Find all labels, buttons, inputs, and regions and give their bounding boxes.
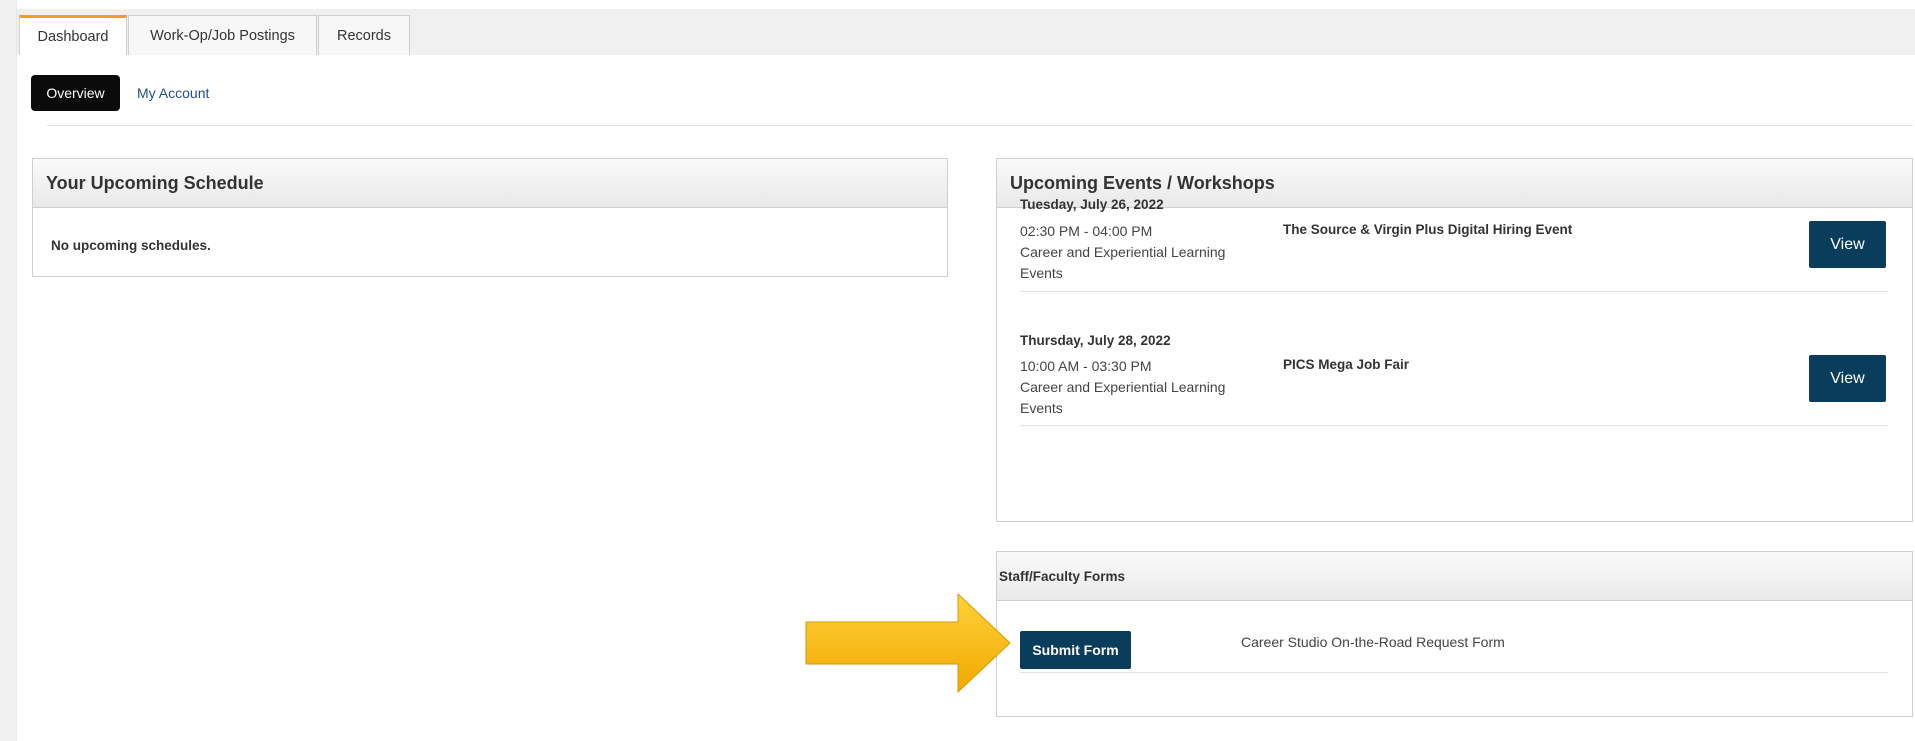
event-category-cont: Events — [1020, 265, 1063, 281]
my-account-link[interactable]: My Account — [137, 85, 209, 101]
top-strip — [17, 0, 1915, 9]
event-divider — [1020, 291, 1888, 292]
sub-navigation: Overview My Account — [17, 55, 1915, 127]
event-divider — [1020, 425, 1888, 426]
arrow-right-icon — [805, 592, 1011, 694]
main-tab-bar: Dashboard Work-Op/Job Postings Records — [17, 9, 1915, 56]
form-name: Career Studio On-the-Road Request Form — [1241, 634, 1505, 650]
tab-dashboard[interactable]: Dashboard — [19, 15, 127, 56]
staff-faculty-forms-title: Staff/Faculty Forms — [997, 552, 1912, 601]
staff-faculty-forms-panel: Staff/Faculty Forms Submit Form Career S… — [996, 551, 1913, 717]
view-event-button[interactable]: View — [1809, 221, 1886, 268]
event-date: Tuesday, July 26, 2022 — [1020, 197, 1164, 212]
schedule-empty-message: No upcoming schedules. — [51, 238, 211, 253]
event-title: PICS Mega Job Fair — [1283, 357, 1410, 372]
upcoming-events-panel: Upcoming Events / Workshops Tuesday, Jul… — [996, 158, 1913, 522]
view-event-button[interactable]: View — [1809, 355, 1886, 402]
upcoming-schedule-panel: Your Upcoming Schedule No upcoming sched… — [32, 158, 948, 277]
event-category: Career and Experiential Learning — [1020, 244, 1226, 260]
event-title: The Source & Virgin Plus Digital Hiring … — [1283, 222, 1573, 237]
event-time: 02:30 PM - 04:00 PM — [1020, 223, 1153, 239]
event-category-cont: Events — [1020, 400, 1063, 416]
form-divider — [1020, 672, 1888, 673]
event-time: 10:00 AM - 03:30 PM — [1020, 358, 1152, 374]
event-date: Thursday, July 28, 2022 — [1020, 333, 1171, 348]
left-rail — [0, 0, 17, 741]
submit-form-button[interactable]: Submit Form — [1020, 631, 1131, 669]
tab-records[interactable]: Records — [318, 15, 410, 55]
tab-work-op-job-postings[interactable]: Work-Op/Job Postings — [128, 15, 317, 55]
upcoming-schedule-title: Your Upcoming Schedule — [33, 159, 947, 208]
event-category: Career and Experiential Learning — [1020, 379, 1226, 395]
overview-button[interactable]: Overview — [31, 75, 120, 111]
subnav-divider — [47, 125, 1913, 126]
